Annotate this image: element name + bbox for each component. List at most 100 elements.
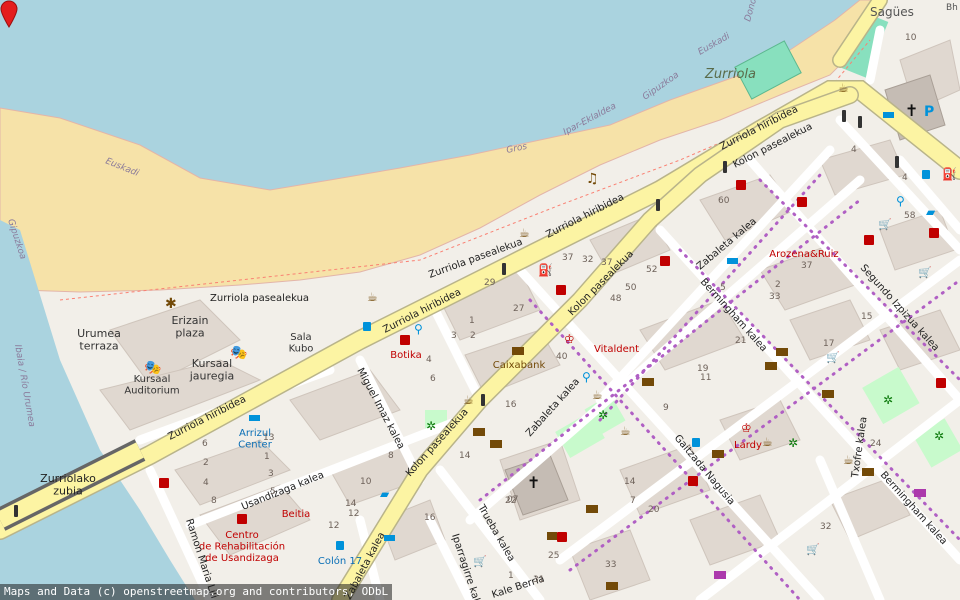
svg-text:🛒: 🛒 — [826, 351, 840, 364]
house-number: 07 — [507, 495, 518, 505]
map-view[interactable]: Euskadi Gros Ipar-Eklaldea Gipuzkoa Eusk… — [0, 0, 960, 600]
house-number: 24 — [870, 439, 882, 449]
poi-label-arozena: Arozena&Ruiz — [769, 249, 838, 260]
house-number: 32 — [582, 255, 593, 265]
house-number: 37 — [562, 253, 573, 263]
house-number: 14 — [345, 499, 357, 509]
label-colon17: Colón 17 — [318, 555, 362, 567]
house-number: 4 — [203, 478, 209, 488]
label-sagues: Sagües — [870, 5, 914, 19]
parking-icon: P — [924, 104, 934, 120]
house-number: 10 — [360, 477, 372, 487]
house-number: 25 — [548, 551, 559, 561]
house-number: 10 — [905, 33, 917, 43]
svg-text:⛽: ⛽ — [538, 263, 553, 277]
svg-text:♔: ♔ — [741, 421, 752, 435]
svg-text:☕: ☕ — [592, 388, 603, 402]
house-number: 8 — [211, 496, 217, 506]
house-number: 2 — [203, 458, 209, 468]
svg-text:🛒: 🛒 — [473, 555, 487, 568]
house-number: 3 — [451, 331, 457, 341]
house-number: 27 — [513, 304, 524, 314]
svg-text:▰: ▰ — [380, 487, 390, 501]
street-label: Zurriola pasealekua — [210, 293, 309, 304]
house-number: 32 — [820, 522, 831, 532]
music-icon: ♫ — [586, 171, 599, 187]
svg-text:🎭: 🎭 — [230, 345, 247, 361]
house-number: 21 — [735, 336, 746, 346]
house-number: 6 — [202, 439, 208, 449]
svg-text:☕: ☕ — [463, 393, 474, 407]
house-number: 37 — [801, 261, 812, 271]
svg-text:⚲: ⚲ — [896, 194, 905, 208]
house-number: 6 — [430, 374, 436, 384]
house-number: 16 — [505, 400, 517, 410]
map-canvas[interactable]: Euskadi Gros Ipar-Eklaldea Gipuzkoa Eusk… — [0, 0, 960, 600]
svg-text:🛒: 🛒 — [878, 218, 892, 231]
house-number: 14 — [459, 451, 471, 461]
label-kursaal-jauregia: Kursaal jauregia — [189, 357, 235, 383]
house-number: 12 — [328, 521, 339, 531]
house-number: 29 — [484, 278, 496, 288]
svg-text:✱: ✱ — [165, 296, 177, 312]
house-number: 33 — [769, 292, 780, 302]
attraction-icon: ✱ — [165, 296, 177, 312]
house-number: 20 — [648, 505, 660, 515]
label-erizain-plaza: Erizain plaza — [171, 314, 208, 340]
house-number: 52 — [646, 265, 657, 275]
label-sala-kubo: Sala Kubo — [289, 332, 314, 355]
svg-text:✝: ✝ — [527, 473, 540, 492]
house-number: 31 — [533, 575, 544, 585]
house-number: 4 — [851, 145, 857, 155]
svg-text:⛽: ⛽ — [942, 167, 957, 181]
svg-text:♫: ♫ — [586, 171, 599, 187]
poi-label-caixabank: Caixabank — [493, 360, 546, 371]
house-number: 5 — [720, 283, 726, 293]
house-number: 1 — [508, 571, 514, 581]
svg-text:🛒: 🛒 — [806, 543, 820, 556]
svg-text:✲: ✲ — [934, 429, 944, 443]
house-number: 4 — [902, 173, 908, 183]
house-number: 7 — [630, 496, 636, 506]
house-number: 40 — [556, 352, 568, 362]
house-number: 17 — [823, 339, 834, 349]
svg-text:⚲: ⚲ — [414, 322, 423, 336]
house-number: 2 — [470, 331, 476, 341]
house-number: 1 — [264, 452, 270, 462]
house-number: 4 — [426, 355, 432, 365]
house-number: 58 — [904, 211, 916, 221]
house-number: 11 — [700, 373, 711, 383]
label-urumea-terraza: Urumea terraza — [77, 327, 121, 353]
svg-text:✲: ✲ — [788, 436, 798, 450]
location-marker-icon[interactable] — [0, 0, 18, 28]
svg-text:☕: ☕ — [620, 424, 631, 438]
house-number: 8 — [388, 451, 394, 461]
svg-text:☕: ☕ — [843, 453, 854, 467]
svg-text:P: P — [924, 104, 934, 120]
map-attribution[interactable]: Maps and Data (c) openstreetmap.org and … — [0, 584, 393, 600]
svg-text:⚲: ⚲ — [582, 370, 591, 384]
house-number: 3 — [268, 469, 274, 479]
svg-text:☕: ☕ — [367, 290, 378, 304]
house-number: 9 — [663, 403, 669, 413]
house-number: 37 — [601, 258, 612, 268]
house-number: 15 — [861, 312, 872, 322]
poi-label-beitia: Beitia — [282, 509, 311, 520]
house-number: 13 — [263, 433, 274, 443]
house-number: 5 — [270, 487, 276, 497]
post-icon — [473, 428, 485, 436]
svg-text:✲: ✲ — [426, 419, 436, 433]
svg-text:✲: ✲ — [883, 393, 893, 407]
house-number: 14 — [624, 477, 636, 487]
svg-text:☕: ☕ — [519, 226, 530, 240]
svg-text:🛒: 🛒 — [918, 266, 932, 279]
svg-text:☕: ☕ — [838, 81, 849, 95]
house-number: 12 — [348, 509, 359, 519]
poi-label-vitaldent: Vitaldent — [594, 344, 639, 355]
house-number: 50 — [625, 283, 637, 293]
svg-text:✝: ✝ — [905, 101, 918, 120]
house-number: 16 — [424, 513, 436, 523]
svg-text:🎭: 🎭 — [144, 360, 161, 376]
svg-text:✲: ✲ — [598, 408, 608, 422]
house-number: 1 — [469, 316, 475, 326]
